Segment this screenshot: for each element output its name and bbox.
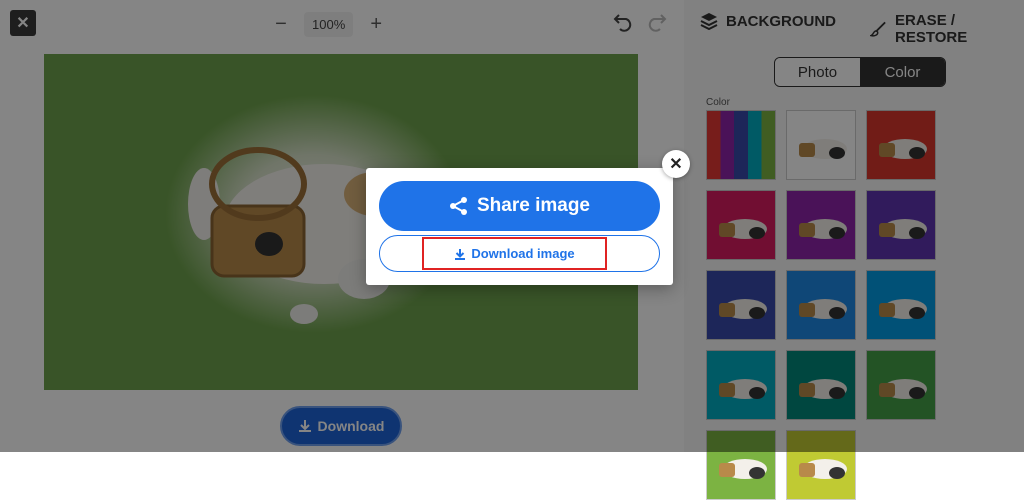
close-icon: ✕ <box>669 156 683 173</box>
dog-thumbnail <box>719 459 767 479</box>
dog-thumbnail <box>799 459 847 479</box>
download-image-highlight[interactable]: Download image <box>422 237 607 270</box>
download-image-label: Download image <box>471 246 575 261</box>
share-icon <box>450 197 467 215</box>
modal-close-button[interactable]: ✕ <box>662 150 690 178</box>
share-image-button[interactable]: Share image <box>379 181 660 231</box>
download-icon <box>455 248 466 260</box>
share-image-label: Share image <box>477 195 590 216</box>
